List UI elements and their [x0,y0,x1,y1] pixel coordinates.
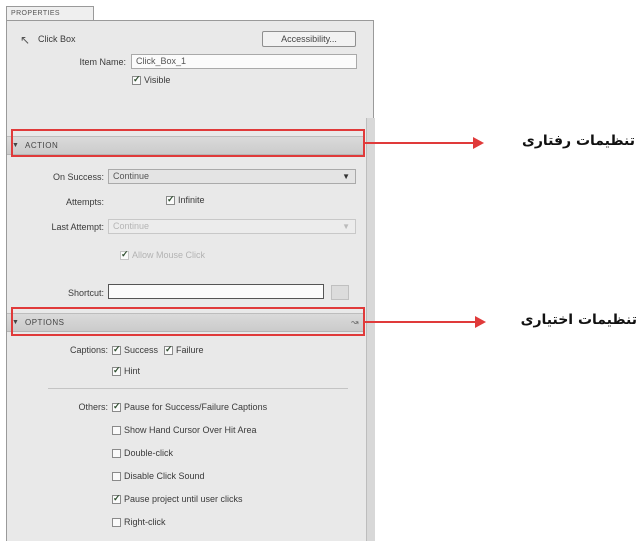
caption-failure-checkbox[interactable]: Failure [164,344,204,356]
pause-project-label: Pause project until user clicks [124,494,243,504]
disable-click-sound-label: Disable Click Sound [124,471,205,481]
caption-success-label: Success [124,345,159,355]
pause-captions-checkbox[interactable]: Pause for Success/Failure Captions [112,401,268,413]
visible-checkbox[interactable]: Visible [132,74,171,86]
hand-cursor-label: Show Hand Cursor Over Hit Area [124,425,257,435]
dropdown-arrow-icon: ▼ [342,222,350,231]
checkbox-icon [112,426,121,435]
options-highlight-box [11,307,365,336]
checkbox-icon [112,518,121,527]
allow-mouse-click-checkbox[interactable]: Allow Mouse Click [120,249,206,261]
behavior-arrow-icon [473,137,484,149]
attempts-label: Attempts: [65,197,104,207]
properties-panel [6,20,374,541]
caption-hint-checkbox[interactable]: Hint [112,365,141,377]
on-success-label: On Success: [52,172,104,182]
last-attempt-value: Continue [113,221,150,231]
infinite-checkbox[interactable]: Infinite [166,194,205,206]
optional-arrow-icon [475,316,486,328]
double-click-label: Double-click [124,448,174,458]
optional-connector-line [365,321,475,323]
visible-label: Visible [144,75,171,85]
caption-success-checkbox[interactable]: Success [112,344,159,356]
hand-cursor-checkbox[interactable]: Show Hand Cursor Over Hit Area [112,425,257,436]
checkbox-icon [166,194,175,205]
checkbox-icon [112,401,121,412]
item-name-label: Item Name: [79,57,126,67]
last-attempt-select[interactable]: Continue ▼ [108,219,356,234]
others-label: Others: [78,402,108,412]
shortcut-clear-button[interactable] [331,285,349,300]
double-click-checkbox[interactable]: Double-click [112,448,173,459]
checkbox-icon [112,493,121,504]
checkbox-icon [112,365,121,376]
allow-mouse-click-label: Allow Mouse Click [132,250,206,260]
accessibility-button[interactable]: Accessibility... [262,31,356,47]
checkbox-icon [132,74,141,85]
right-click-checkbox[interactable]: Right-click [112,517,166,528]
tab-properties[interactable]: PROPERTIES [6,6,94,20]
right-click-label: Right-click [124,517,166,527]
disable-click-sound-checkbox[interactable]: Disable Click Sound [112,471,205,482]
on-success-value: Continue [113,171,150,181]
checkbox-icon [120,249,129,260]
shortcut-input[interactable] [108,284,324,299]
caption-hint-label: Hint [124,366,141,376]
caption-failure-label: Failure [176,345,204,355]
shortcut-label: Shortcut: [67,288,104,298]
panel-scrollbar[interactable] [366,118,375,541]
dropdown-arrow-icon: ▼ [342,172,350,181]
object-type-label: Click Box [38,34,76,44]
behavior-settings-caption: تنظیمات رفتاری [522,133,635,149]
item-name-input[interactable]: Click_Box_1 [131,54,357,69]
last-attempt-label: Last Attempt: [51,222,104,232]
captions-label: Captions: [69,345,108,355]
pause-captions-label: Pause for Success/Failure Captions [124,402,268,412]
optional-settings-caption: تنظیمات اختیاری [520,312,637,328]
pause-project-checkbox[interactable]: Pause project until user clicks [112,493,243,505]
checkbox-icon [112,449,121,458]
options-divider [48,388,348,389]
checkbox-icon [164,344,173,355]
click-box-icon: ↖ [20,33,31,47]
on-success-select[interactable]: Continue ▼ [108,169,356,184]
checkbox-icon [112,344,121,355]
checkbox-icon [112,472,121,481]
infinite-label: Infinite [178,195,205,205]
action-highlight-box [11,129,365,157]
behavior-connector-line [365,142,473,144]
